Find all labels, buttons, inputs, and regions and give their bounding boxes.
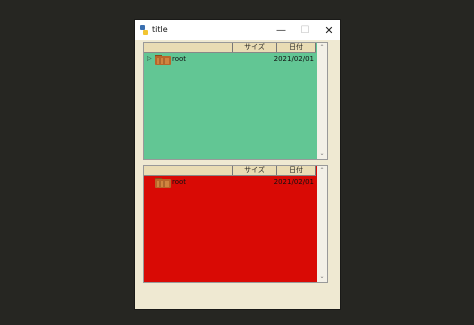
close-button[interactable]: ✕ bbox=[317, 20, 341, 40]
item-name: root bbox=[172, 55, 187, 63]
column-size[interactable]: サイズ bbox=[232, 166, 276, 175]
tree-view-top[interactable]: サイズ 日付 ▷ root 2021/02/01 ⌃ ⌄ bbox=[143, 42, 328, 160]
title-bar[interactable]: title — ☐ ✕ bbox=[135, 20, 340, 40]
python-icon bbox=[140, 25, 148, 35]
column-header: サイズ 日付 bbox=[144, 43, 316, 53]
column-date[interactable]: 日付 bbox=[276, 43, 316, 52]
expand-arrow-icon[interactable]: ▷ bbox=[147, 53, 152, 65]
scroll-up-icon[interactable]: ⌃ bbox=[317, 167, 327, 175]
minimize-button[interactable]: — bbox=[269, 20, 293, 40]
window-title: title bbox=[152, 25, 168, 34]
tree-row[interactable]: root 2021/02/01 bbox=[146, 176, 316, 188]
vertical-scrollbar[interactable]: ⌃ ⌄ bbox=[317, 166, 327, 282]
folder-icon bbox=[155, 178, 171, 188]
vertical-scrollbar[interactable]: ⌃ ⌄ bbox=[317, 43, 327, 159]
item-date: 2021/02/01 bbox=[273, 55, 314, 63]
scroll-down-icon[interactable]: ⌄ bbox=[317, 150, 327, 158]
maximize-button[interactable]: ☐ bbox=[293, 20, 317, 40]
tree-view-bottom[interactable]: サイズ 日付 root 2021/02/01 ⌃ ⌄ bbox=[143, 165, 328, 283]
tree-row[interactable]: ▷ root 2021/02/01 bbox=[146, 53, 316, 65]
column-name[interactable] bbox=[144, 166, 232, 175]
column-name[interactable] bbox=[144, 43, 232, 52]
app-window: title — ☐ ✕ サイズ 日付 ▷ root 2021/02/01 ⌃ ⌄ bbox=[135, 20, 340, 309]
item-date: 2021/02/01 bbox=[273, 178, 314, 186]
scroll-up-icon[interactable]: ⌃ bbox=[317, 44, 327, 52]
column-date[interactable]: 日付 bbox=[276, 166, 316, 175]
column-size[interactable]: サイズ bbox=[232, 43, 276, 52]
folder-icon bbox=[155, 55, 171, 65]
scroll-down-icon[interactable]: ⌄ bbox=[317, 273, 327, 281]
item-name: root bbox=[172, 178, 187, 186]
column-header: サイズ 日付 bbox=[144, 166, 316, 176]
